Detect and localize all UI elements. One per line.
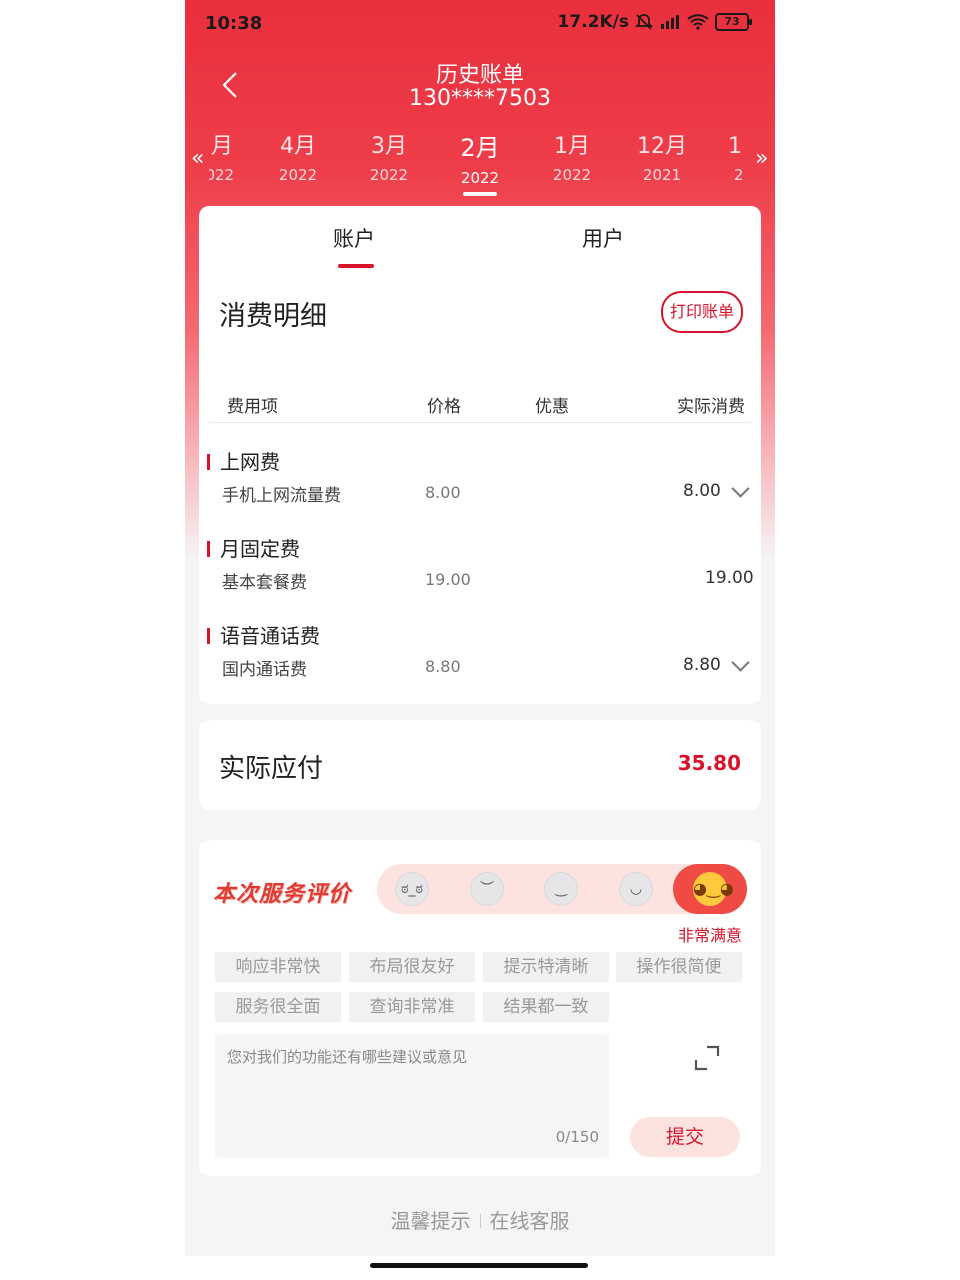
online-service-link[interactable]: 在线客服	[490, 1209, 570, 1233]
col-discount: 优惠	[535, 397, 569, 417]
rating-tag[interactable]: 查询非常准	[349, 992, 475, 1022]
selected-indicator	[463, 192, 497, 196]
fee-item: 国内通话费	[222, 660, 307, 680]
divider	[209, 422, 751, 423]
col-price: 价格	[427, 397, 461, 417]
fee-item: 基本套餐费	[222, 573, 307, 593]
service-rating-card: 本次服务评价 ಠ_ಠ ︶ ‿ ◡ ◕‿◕ 非常满意 响应非常快 布局很友好 提示…	[199, 840, 761, 1176]
footer-divider	[479, 1214, 481, 1228]
feedback-input[interactable]: 您对我们的功能还有哪些建议或意见 0/150	[215, 1034, 609, 1158]
fee-category: 月固定费	[207, 533, 300, 562]
footer-links: 温馨提示 在线客服	[185, 1205, 775, 1234]
net-speed: 17.2K/s	[557, 12, 629, 32]
month-item[interactable]: 12月 2021	[622, 128, 702, 184]
phone-screen: 10:38 17.2K/s 73 历史账单 130****7503 « 1月 20…	[185, 0, 775, 1256]
rating-selected-label: 非常满意	[678, 926, 743, 945]
month-item-selected[interactable]: 2月 2022	[440, 128, 520, 196]
status-bar: 10:38 17.2K/s 73	[185, 0, 775, 48]
tab-user[interactable]: 用户	[582, 223, 624, 253]
month-item[interactable]: 3月 2022	[349, 128, 429, 184]
col-item: 费用项	[227, 397, 278, 417]
fee-price: 8.80	[425, 657, 461, 676]
fee-actual: 8.00	[683, 481, 721, 501]
char-count: 0/150	[555, 1128, 599, 1146]
status-right: 17.2K/s 73	[557, 12, 752, 32]
angry-face-icon[interactable]: ಠ_ಠ	[395, 872, 429, 906]
detail-heading: 消费明细	[219, 301, 327, 332]
prev-months-icon[interactable]: «	[191, 146, 204, 171]
rating-tag[interactable]: 操作很简便	[616, 952, 742, 982]
col-actual: 实际消费	[677, 397, 745, 417]
print-bill-button[interactable]: 打印账单	[661, 291, 743, 333]
fee-price: 8.00	[425, 483, 461, 502]
smile-face-icon[interactable]: ◡	[619, 872, 653, 906]
rating-title: 本次服务评价	[213, 882, 352, 907]
chevron-down-icon[interactable]	[731, 653, 750, 672]
phone-number: 130****7503	[409, 86, 551, 111]
fee-category: 上网费	[207, 446, 280, 475]
tab-bar: 账户 用户	[199, 206, 761, 269]
rating-tag[interactable]: 响应非常快	[215, 952, 341, 982]
rating-faces: ಠ_ಠ ︶ ‿ ◡ ◕‿◕	[377, 864, 747, 914]
rating-tag[interactable]: 提示特清晰	[483, 952, 609, 982]
tab-account[interactable]: 账户	[333, 223, 375, 253]
signal-icon	[661, 15, 679, 29]
neutral-face-icon[interactable]: ‿	[544, 872, 578, 906]
tips-link[interactable]: 温馨提示	[391, 1209, 471, 1233]
payable-amount: 35.80	[677, 751, 741, 775]
home-indicator[interactable]	[370, 1263, 588, 1268]
month-selector: « 1月 2022 4月 2022 3月 2022 2月 2022 1月 2022 12月…	[185, 128, 775, 203]
next-months-icon[interactable]: »	[755, 146, 768, 171]
very-satisfied-face-icon[interactable]: ◕‿◕	[673, 864, 747, 914]
chevron-down-icon[interactable]	[731, 479, 750, 498]
fee-actual: 19.00	[705, 568, 754, 588]
wifi-icon	[687, 14, 709, 30]
month-item[interactable]: 4月 2022	[258, 128, 338, 184]
status-time: 10:38	[205, 13, 263, 34]
rating-tag[interactable]: 结果都一致	[483, 992, 609, 1022]
fee-price: 19.00	[425, 570, 471, 589]
fee-actual: 8.80	[683, 655, 721, 675]
fee-item: 手机上网流量费	[222, 486, 341, 506]
mute-bell-icon	[635, 14, 653, 30]
rating-tag[interactable]: 布局很友好	[349, 952, 475, 982]
bill-detail-card: 消费明细 打印账单 费用项 价格 优惠 实际消费 上网费 手机上网流量费 8.0…	[199, 268, 761, 704]
expand-icon[interactable]	[693, 1044, 721, 1072]
rating-tag[interactable]: 服务很全面	[215, 992, 341, 1022]
payable-label: 实际应付	[219, 754, 324, 784]
fee-category: 语音通话费	[207, 620, 320, 649]
payable-card: 实际应付 35.80	[199, 720, 761, 810]
feedback-placeholder: 您对我们的功能还有哪些建议或意见	[227, 1048, 468, 1066]
month-item[interactable]: 1月 2022	[532, 128, 612, 184]
sad-face-icon[interactable]: ︶	[470, 872, 504, 906]
submit-button[interactable]: 提交	[630, 1117, 740, 1157]
battery-icon: 73	[715, 13, 752, 31]
page-title: 历史账单	[435, 63, 524, 88]
